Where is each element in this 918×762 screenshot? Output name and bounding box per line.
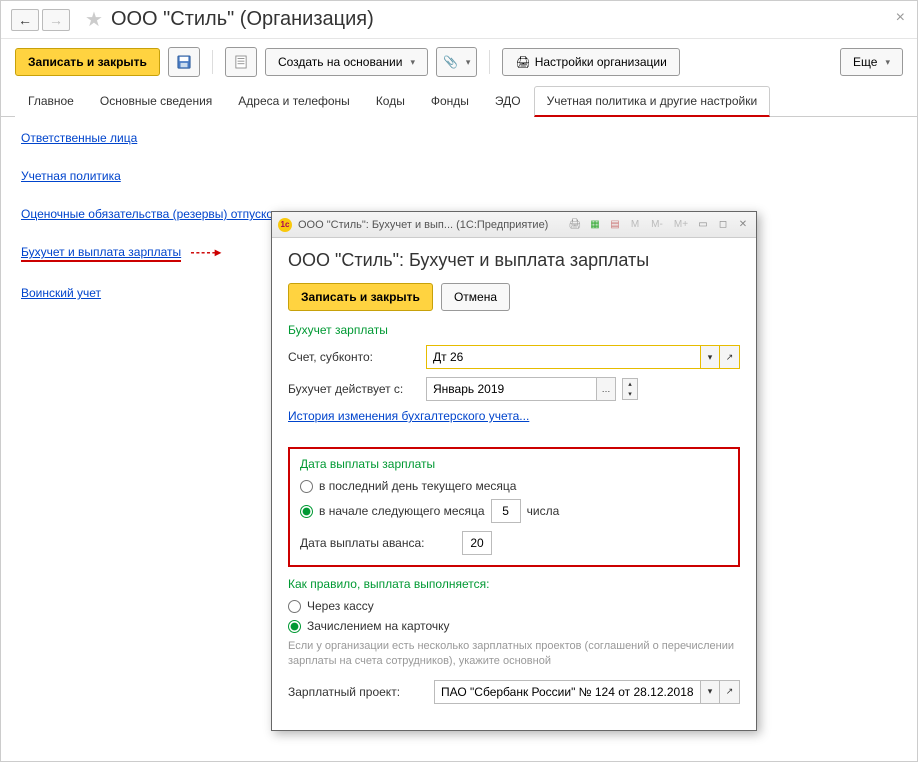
radio-cash[interactable]: Через кассу: [288, 599, 740, 613]
dialog-titlebar-text: ООО "Стиль": Бухучет и вып... (1С:Предпр…: [298, 219, 568, 231]
list-button[interactable]: [225, 47, 257, 77]
app-1c-icon: 1c: [278, 218, 292, 232]
effective-input[interactable]: [426, 377, 596, 401]
project-input[interactable]: [434, 680, 700, 704]
radio-card[interactable]: Зачислением на карточку: [288, 619, 740, 633]
calendar-icon[interactable]: ▤: [608, 218, 622, 232]
advance-input[interactable]: [462, 531, 492, 555]
m-plus-icon[interactable]: M+: [672, 218, 690, 232]
section-buh-heading: Бухучет зарплаты: [288, 323, 740, 337]
account-dropdown-button[interactable]: ▾: [700, 345, 720, 369]
day-number-input[interactable]: [491, 499, 521, 523]
annotation-arrow: - - - - -▸: [191, 245, 220, 259]
link-military[interactable]: Воинский учет: [21, 286, 101, 300]
m-icon[interactable]: M: [628, 218, 642, 232]
link-reserves[interactable]: Оценочные обязательства (резервы) отпуск…: [21, 207, 279, 221]
link-policy[interactable]: Учетная политика: [21, 169, 121, 183]
advance-label: Дата выплаты аванса:: [300, 536, 456, 550]
account-open-button[interactable]: ↗: [720, 345, 740, 369]
paperclip-icon: 📎: [443, 55, 458, 69]
account-label: Счет, субконто:: [288, 350, 420, 364]
save-button[interactable]: [168, 47, 200, 77]
history-link[interactable]: История изменения бухгалтерского учета..…: [288, 409, 529, 423]
radio-next-month[interactable]: в начале следующего месяца числа: [300, 499, 728, 523]
effective-label: Бухучет действует с:: [288, 382, 420, 396]
dialog-minimize-icon[interactable]: ▭: [696, 218, 710, 232]
section-paydate-heading: Дата выплаты зарплаты: [300, 457, 728, 471]
project-open-button[interactable]: ↗: [720, 680, 740, 704]
favorite-star-icon[interactable]: ★: [85, 7, 103, 32]
project-dropdown-button[interactable]: ▾: [700, 680, 720, 704]
radio-last-day[interactable]: в последний день текущего месяца: [300, 479, 728, 493]
print-icon[interactable]: 🖨: [568, 218, 582, 232]
create-based-button[interactable]: Создать на основании: [265, 48, 428, 76]
tab-addresses[interactable]: Адреса и телефоны: [225, 86, 363, 117]
tab-codes[interactable]: Коды: [363, 86, 418, 117]
account-input[interactable]: [426, 345, 700, 369]
effective-pick-button[interactable]: …: [596, 377, 616, 401]
close-icon[interactable]: ×: [896, 9, 905, 27]
effective-spinner[interactable]: ▴▾: [622, 378, 638, 400]
dialog-heading: ООО "Стиль": Бухучет и выплата зарплаты: [288, 250, 740, 271]
printer-icon: 🖨: [515, 55, 530, 69]
dialog-maximize-icon[interactable]: ◻: [716, 218, 730, 232]
floppy-icon: [177, 55, 191, 69]
link-payroll[interactable]: Бухучет и выплата зарплаты: [21, 245, 181, 262]
save-close-button[interactable]: Записать и закрыть: [15, 48, 160, 76]
more-button[interactable]: Еще: [840, 48, 903, 76]
payroll-dialog: 1c ООО "Стиль": Бухучет и вып... (1С:Пре…: [271, 211, 757, 731]
attach-button[interactable]: 📎: [436, 47, 477, 77]
page-title: ООО "Стиль" (Организация): [111, 8, 374, 31]
dialog-close-icon[interactable]: ✕: [736, 218, 750, 232]
project-label: Зарплатный проект:: [288, 685, 428, 699]
tab-basic-info[interactable]: Основные сведения: [87, 86, 225, 117]
section-method-heading: Как правило, выплата выполняется:: [288, 577, 740, 591]
calc-icon[interactable]: ▦: [588, 218, 602, 232]
org-settings-button[interactable]: 🖨 Настройки организации: [502, 48, 679, 76]
m-minus-icon[interactable]: M-: [648, 218, 666, 232]
link-responsible[interactable]: Ответственные лица: [21, 131, 137, 145]
nav-back-button[interactable]: ←: [11, 9, 39, 31]
dialog-cancel-button[interactable]: Отмена: [441, 283, 510, 311]
document-icon: [235, 55, 247, 69]
tab-edo[interactable]: ЭДО: [482, 86, 534, 117]
project-note: Если у организации есть несколько зарпла…: [288, 639, 740, 670]
tab-policy-settings[interactable]: Учетная политика и другие настройки: [534, 86, 771, 117]
dialog-save-close-button[interactable]: Записать и закрыть: [288, 283, 433, 311]
nav-forward-button[interactable]: →: [42, 9, 70, 31]
tab-funds[interactable]: Фонды: [418, 86, 482, 117]
tab-main[interactable]: Главное: [15, 86, 87, 117]
